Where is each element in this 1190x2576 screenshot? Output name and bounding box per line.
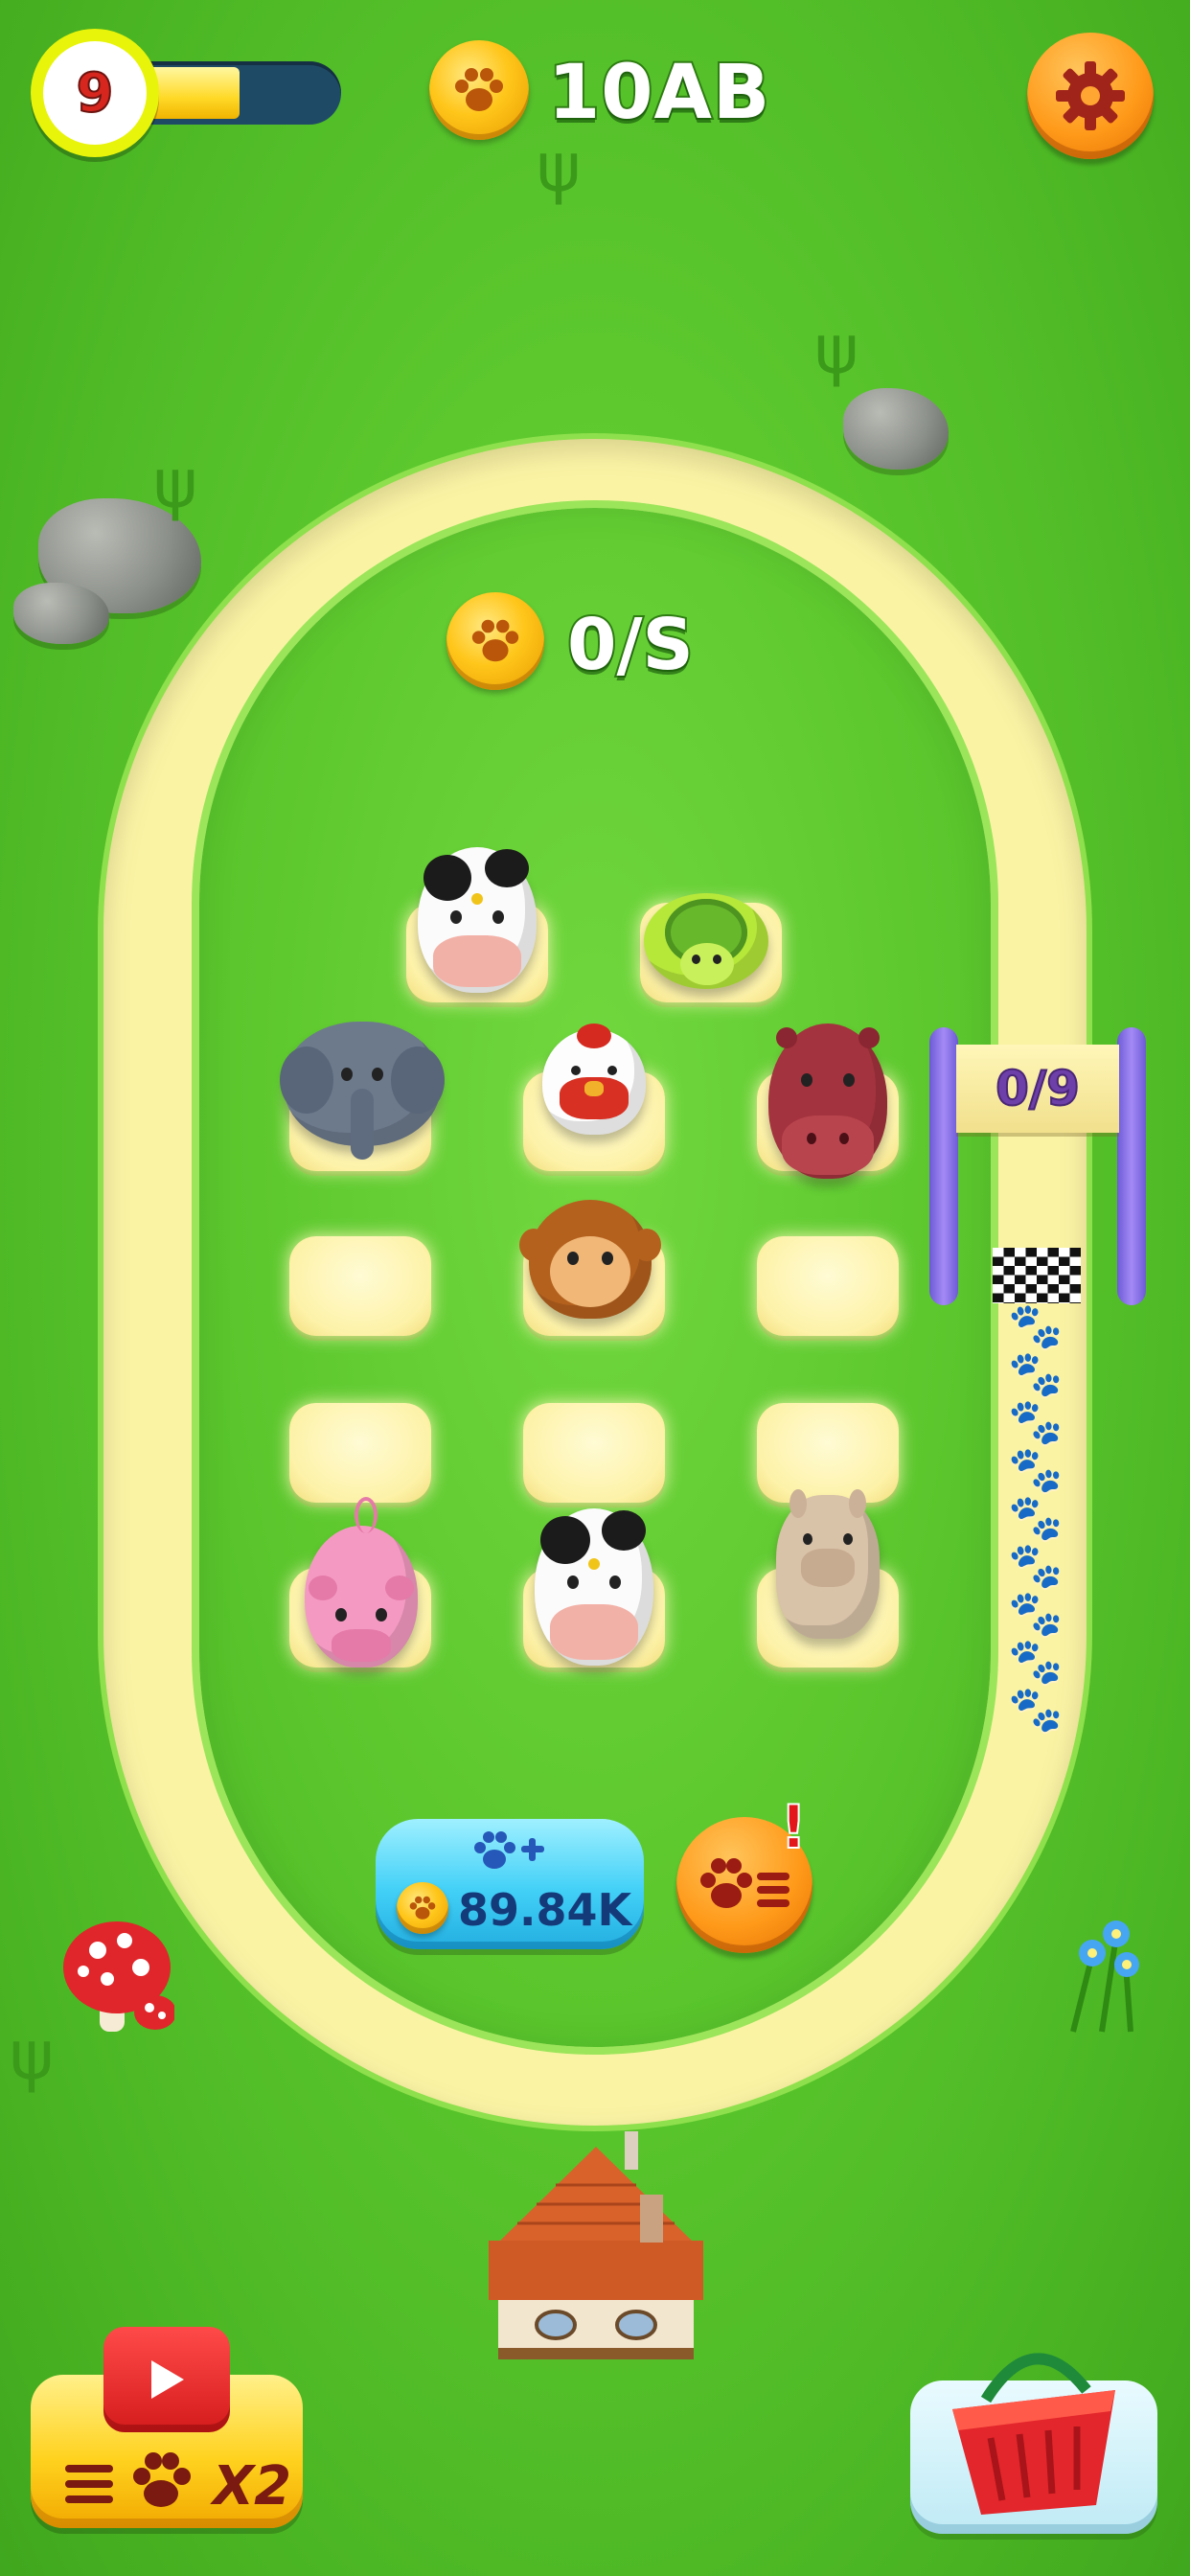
paw-step-icon: 🐾 — [1008, 1683, 1064, 1735]
pig-animal[interactable] — [305, 1497, 418, 1668]
animal-slot[interactable] — [289, 1403, 431, 1503]
gate-post-left — [929, 1027, 958, 1305]
grass-tuft: ψ — [10, 2016, 55, 2095]
rock-right — [843, 388, 949, 470]
elephant-animal[interactable] — [280, 1022, 445, 1160]
paw-step-icon: 🐾 — [1008, 1635, 1064, 1687]
basket-icon — [952, 2353, 1115, 2515]
buy-price: 89.84K — [458, 1884, 632, 1936]
flowers-decoration — [1035, 1898, 1179, 2041]
mushroom-decoration — [50, 1912, 176, 2046]
gate-post-right — [1117, 1027, 1146, 1305]
grass-tuft: ψ — [537, 128, 582, 207]
hippo-animal[interactable] — [768, 1024, 887, 1179]
paw-step-icon: 🐾 — [1008, 1347, 1064, 1399]
cow-animal[interactable] — [535, 1508, 653, 1666]
grass-tuft: ψ — [153, 445, 198, 523]
gear-icon — [1056, 61, 1125, 130]
income-coin-icon — [446, 592, 544, 690]
paw-plus-icon — [474, 1831, 544, 1869]
boost-x2-button[interactable]: X2 — [31, 2327, 303, 2536]
currency-coin-icon — [429, 40, 529, 140]
settings-button[interactable] — [1027, 33, 1154, 159]
paw-trail: 🐾 🐾 🐾 🐾 🐾 🐾 🐾 🐾 🐾 — [1008, 1303, 1065, 1731]
level-number: 9 — [76, 61, 115, 126]
income-rate: 0/S — [565, 602, 696, 688]
level-badge[interactable]: 9 — [31, 29, 159, 157]
video-ad-badge — [103, 2327, 230, 2432]
play-video-icon — [151, 2360, 184, 2399]
chicken-animal[interactable] — [542, 1024, 646, 1135]
paw-speed-icon — [65, 2452, 191, 2507]
price-coin-icon — [397, 1882, 448, 1934]
farmhouse-building[interactable] — [479, 2128, 713, 2367]
grass-tuft: ψ — [814, 310, 859, 389]
paw-step-icon: 🐾 — [1008, 1300, 1064, 1351]
monkey-animal[interactable] — [519, 1200, 661, 1319]
animal-slot[interactable] — [757, 1236, 899, 1336]
paw-step-icon: 🐾 — [1008, 1395, 1064, 1447]
paw-step-icon: 🐾 — [1008, 1587, 1064, 1639]
animal-slot[interactable] — [523, 1403, 665, 1503]
paw-step-icon: 🐾 — [1008, 1491, 1064, 1543]
paw-step-icon: 🐾 — [1008, 1539, 1064, 1591]
race-counter-banner: 0/9 — [956, 1045, 1119, 1133]
animal-slot[interactable] — [289, 1236, 431, 1336]
animal-list-button[interactable]: ! — [676, 1791, 812, 1953]
paw-list-icon — [700, 1858, 790, 1908]
animal-slot[interactable] — [757, 1403, 899, 1503]
currency-amount: 10AB — [546, 48, 771, 138]
checkered-finish-line — [993, 1248, 1081, 1303]
llama-animal[interactable] — [776, 1489, 880, 1639]
cow-animal[interactable] — [418, 847, 537, 993]
alert-indicator: ! — [779, 1791, 808, 1863]
race-counter: 0/9 — [995, 1060, 1081, 1117]
boost-label: X2 — [213, 2455, 292, 2518]
shop-button[interactable] — [910, 2353, 1157, 2534]
turtle-animal[interactable] — [644, 893, 768, 989]
buy-animal-button[interactable]: 89.84K — [376, 1819, 644, 1949]
paw-step-icon: 🐾 — [1008, 1443, 1064, 1495]
